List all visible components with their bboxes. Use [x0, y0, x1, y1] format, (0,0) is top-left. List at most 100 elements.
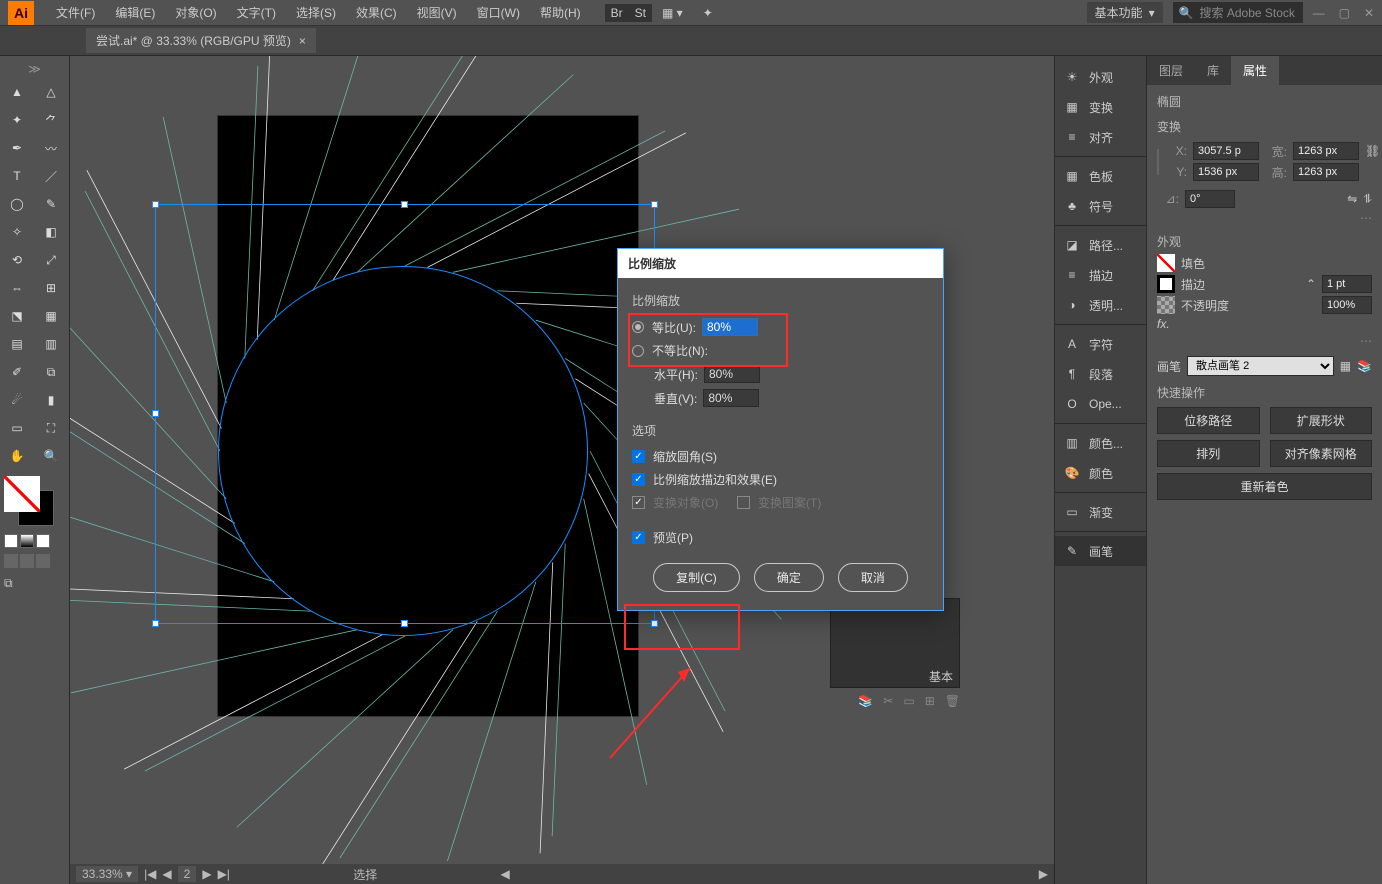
- ellipse-tool[interactable]: ◯: [0, 190, 34, 218]
- document-tab[interactable]: 尝试.ai* @ 33.33% (RGB/GPU 预览) ×: [86, 28, 316, 53]
- dock-colorguide[interactable]: ▥颜色...: [1055, 428, 1146, 458]
- vert-input[interactable]: [703, 389, 759, 407]
- handle-w[interactable]: [152, 410, 159, 417]
- screen-mode-icon[interactable]: ⧉: [4, 576, 65, 591]
- trash-icon[interactable]: 🗑: [945, 694, 960, 708]
- tab-layers[interactable]: 图层: [1147, 56, 1195, 85]
- tab-libraries[interactable]: 库: [1195, 56, 1231, 85]
- selection-tool[interactable]: ▲: [0, 78, 34, 106]
- w-input[interactable]: [1293, 142, 1359, 160]
- handle-se[interactable]: [651, 620, 658, 627]
- nav-first-icon[interactable]: |◀: [144, 867, 156, 881]
- reference-point[interactable]: [1157, 149, 1159, 175]
- dock-align[interactable]: ≡对齐: [1055, 122, 1146, 152]
- brush-panel-icon[interactable]: ▦: [1340, 359, 1351, 373]
- stroke-stepper[interactable]: ⌃: [1306, 277, 1316, 291]
- handle-nw[interactable]: [152, 201, 159, 208]
- btn-recolor[interactable]: 重新着色: [1157, 473, 1372, 500]
- workspace-switcher[interactable]: 基本功能▾: [1087, 2, 1163, 23]
- arrange-docs-icon[interactable]: ▦ ▾: [652, 6, 693, 20]
- y-input[interactable]: [1193, 163, 1259, 181]
- dock-brushes[interactable]: ✎画笔: [1055, 536, 1146, 566]
- gradient-tool[interactable]: ▥: [34, 330, 68, 358]
- uniform-input[interactable]: [702, 318, 758, 336]
- stock-button[interactable]: St: [629, 4, 652, 22]
- free-transform-tool[interactable]: ⊞: [34, 274, 68, 302]
- artboard-num[interactable]: 2: [178, 866, 197, 882]
- zoom-dropdown[interactable]: 33.33% ▾: [76, 866, 138, 882]
- bridge-button[interactable]: Br: [605, 4, 629, 22]
- type-tool[interactable]: T: [0, 162, 34, 190]
- menu-effect[interactable]: 效果(C): [346, 4, 407, 21]
- none-mode-icon[interactable]: [36, 534, 50, 548]
- pen-tool[interactable]: ✒: [0, 134, 34, 162]
- handle-ne[interactable]: [651, 201, 658, 208]
- menu-window[interactable]: 窗口(W): [467, 4, 530, 21]
- hand-tool[interactable]: ✋: [0, 442, 34, 470]
- scale-tool[interactable]: ⤢: [34, 246, 68, 274]
- draw-behind-icon[interactable]: [20, 554, 34, 568]
- fill-color-swatch[interactable]: [1157, 254, 1175, 272]
- btn-arrange[interactable]: 排列: [1157, 440, 1260, 467]
- brush-select[interactable]: 散点画笔 2: [1187, 356, 1334, 376]
- scroll-left-icon[interactable]: ◀: [500, 867, 509, 881]
- fx-button[interactable]: fx.: [1157, 317, 1170, 331]
- search-stock-input[interactable]: 🔍 搜索 Adobe Stock: [1173, 2, 1303, 23]
- dock-opentype[interactable]: OOpe...: [1055, 389, 1146, 419]
- horiz-input[interactable]: [704, 365, 760, 383]
- dock-appearance[interactable]: ☀外观: [1055, 62, 1146, 92]
- menu-help[interactable]: 帮助(H): [530, 4, 591, 21]
- tab-properties[interactable]: 属性: [1231, 56, 1279, 85]
- radio-uniform[interactable]: [632, 321, 644, 333]
- options-icon[interactable]: ▭: [903, 694, 914, 708]
- dock-gradient[interactable]: ▭渐变: [1055, 497, 1146, 527]
- menu-file[interactable]: 文件(F): [46, 4, 105, 21]
- radio-nonuniform[interactable]: [632, 345, 644, 357]
- library-icon[interactable]: 📚: [858, 694, 873, 708]
- tool-collapse-icon[interactable]: ≫: [0, 60, 69, 78]
- width-tool[interactable]: ⇔: [0, 274, 34, 302]
- btn-copy[interactable]: 复制(C): [653, 563, 740, 592]
- opacity-input[interactable]: [1322, 296, 1372, 314]
- menu-select[interactable]: 选择(S): [286, 4, 346, 21]
- btn-ok[interactable]: 确定: [754, 563, 824, 592]
- shaper-tool[interactable]: ✧: [0, 218, 34, 246]
- brush-tool[interactable]: ✎: [34, 190, 68, 218]
- handle-s[interactable]: [401, 620, 408, 627]
- dock-character[interactable]: A字符: [1055, 329, 1146, 359]
- slice-tool[interactable]: ⛶: [34, 414, 68, 442]
- menu-object[interactable]: 对象(O): [165, 4, 226, 21]
- handle-sw[interactable]: [152, 620, 159, 627]
- dock-transform[interactable]: ▦变换: [1055, 92, 1146, 122]
- graph-tool[interactable]: ▮: [34, 386, 68, 414]
- perspective-tool[interactable]: ▦: [34, 302, 68, 330]
- draw-inside-icon[interactable]: [36, 554, 50, 568]
- angle-input[interactable]: [1185, 190, 1235, 208]
- color-mode-icon[interactable]: [4, 534, 18, 548]
- maximize-button[interactable]: ▢: [1339, 6, 1350, 20]
- dock-transparency[interactable]: ◑透明...: [1055, 290, 1146, 320]
- menu-view[interactable]: 视图(V): [407, 4, 467, 21]
- curvature-tool[interactable]: 〰: [34, 134, 68, 162]
- link-icon[interactable]: ⛓: [1365, 144, 1380, 158]
- opacity-swatch[interactable]: [1157, 296, 1175, 314]
- stroke-color-swatch[interactable]: [1157, 275, 1175, 293]
- line-tool[interactable]: ／: [34, 162, 68, 190]
- close-button[interactable]: ✕: [1364, 6, 1374, 20]
- flip-v-icon[interactable]: ⥮: [1363, 192, 1372, 207]
- chk-scale-corners[interactable]: ✓: [632, 450, 645, 463]
- h-input[interactable]: [1293, 163, 1359, 181]
- eraser-tool[interactable]: ◧: [34, 218, 68, 246]
- chk-scale-strokes[interactable]: ✓: [632, 473, 645, 486]
- dock-color[interactable]: 🎨颜色: [1055, 458, 1146, 488]
- shape-builder-tool[interactable]: ⬔: [0, 302, 34, 330]
- direct-selection-tool[interactable]: △: [34, 78, 68, 106]
- gpu-icon[interactable]: ✦: [693, 6, 723, 20]
- mesh-tool[interactable]: ▤: [0, 330, 34, 358]
- minimize-button[interactable]: —: [1313, 6, 1325, 20]
- menu-type[interactable]: 文字(T): [227, 4, 286, 21]
- appearance-more-icon[interactable]: ⋯: [1157, 334, 1372, 348]
- scroll-right-icon[interactable]: ▶: [1039, 867, 1048, 881]
- btn-offset-path[interactable]: 位移路径: [1157, 407, 1260, 434]
- scissors-icon[interactable]: ✂: [883, 694, 893, 708]
